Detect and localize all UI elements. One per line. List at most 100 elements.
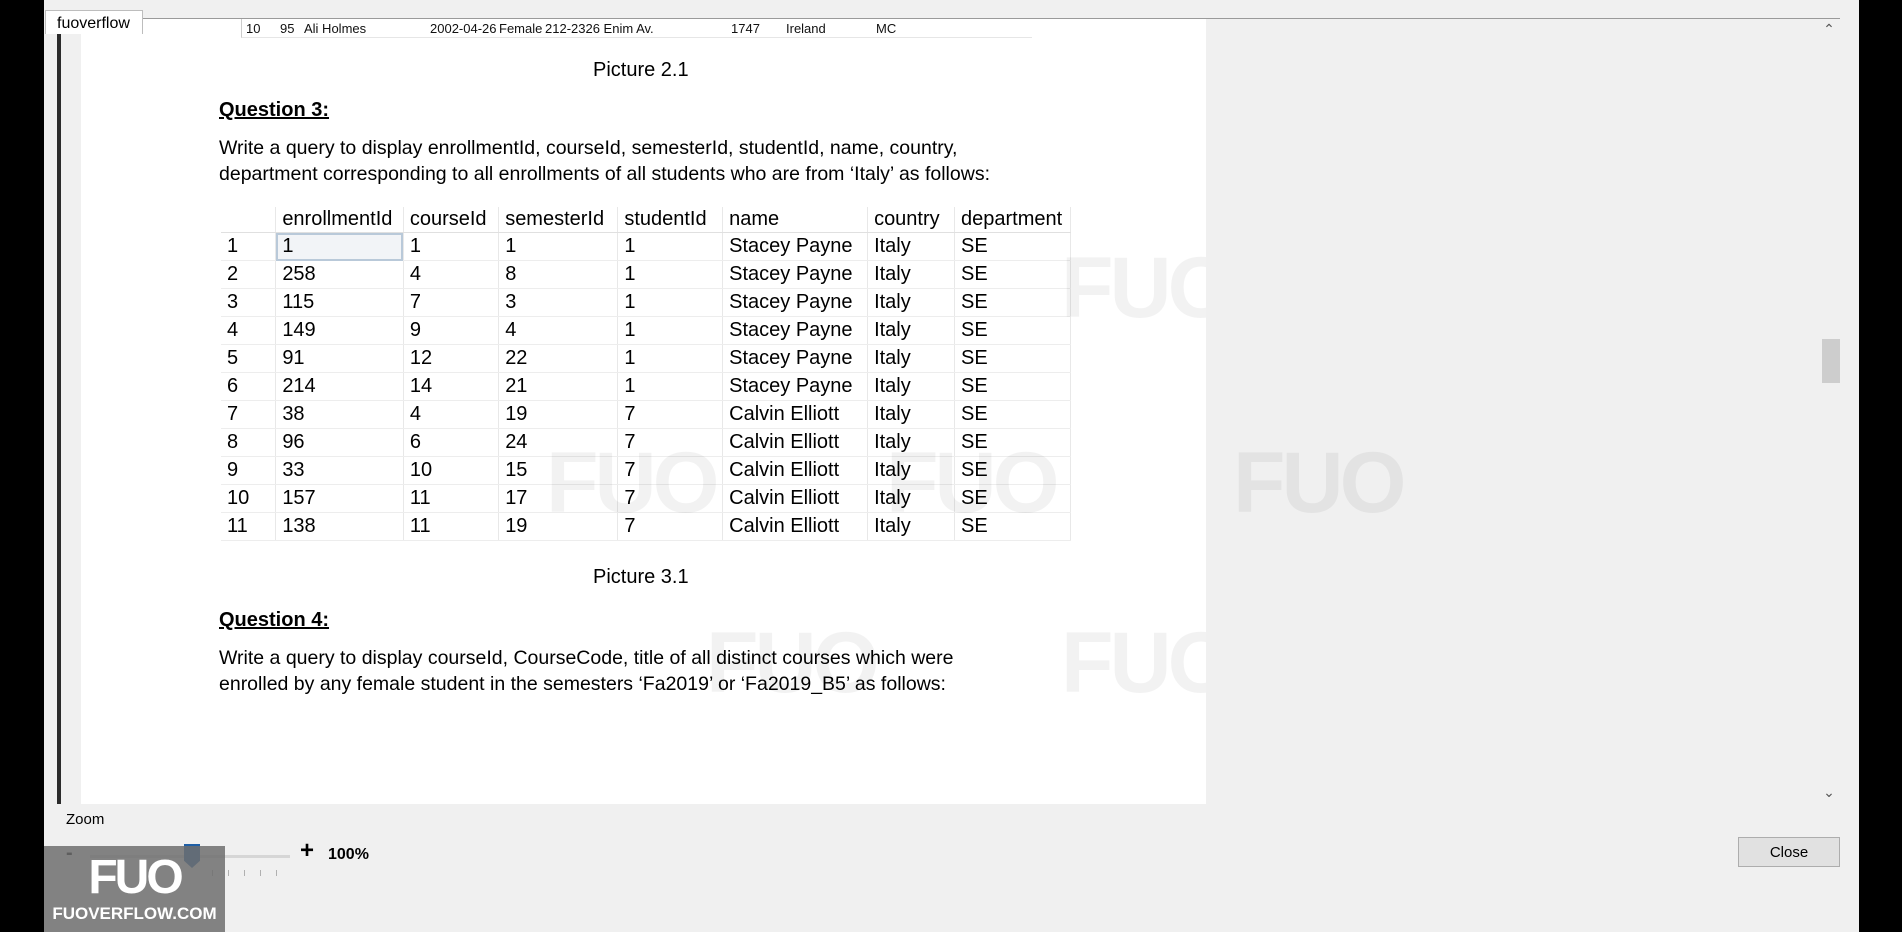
table-row[interactable]: 6 214 14 21 1 Stacey Payne Italy SE <box>221 372 1071 401</box>
table-cell[interactable]: 258 <box>275 260 404 289</box>
question-4-line-1: Write a query to display courseId, Cours… <box>219 647 954 669</box>
table-cell[interactable]: 22 <box>498 344 619 373</box>
table-cell[interactable]: Italy <box>867 232 956 261</box>
table-cell[interactable]: 96 <box>275 428 404 457</box>
table-cell[interactable]: SE <box>954 288 1071 317</box>
document-page: 10 95 Ali Holmes 2002-04-26 Female 212-2… <box>81 19 1206 804</box>
table-cell[interactable]: 9 <box>221 456 277 485</box>
table-cell[interactable]: Italy <box>867 260 956 289</box>
window-title-tab: fuoverflow <box>45 10 143 34</box>
table-row[interactable]: 7 38 4 19 7 Calvin Elliott Italy SE <box>221 400 1071 429</box>
table-cell[interactable]: 214 <box>275 372 404 401</box>
table-cell[interactable]: 7 <box>221 400 277 429</box>
table-cell[interactable]: Stacey Payne <box>722 372 869 401</box>
table-cell[interactable]: Italy <box>867 400 956 429</box>
prev-row-name: Ali Holmes <box>304 21 367 36</box>
document-viewport[interactable]: 10 95 Ali Holmes 2002-04-26 Female 212-2… <box>57 18 1840 804</box>
table-row[interactable]: 2 258 4 8 1 Stacey Payne Italy SE <box>221 260 1071 289</box>
table-cell[interactable]: 19 <box>498 400 619 429</box>
table-cell[interactable]: 11 <box>403 512 500 541</box>
table-cell[interactable]: 7 <box>617 400 724 429</box>
table-cell[interactable]: 1 <box>403 232 500 261</box>
question-4-heading: Question 4: <box>219 609 330 631</box>
table-row[interactable]: 4 149 9 4 1 Stacey Payne Italy SE <box>221 316 1071 345</box>
table-cell[interactable]: 2 <box>221 260 277 289</box>
table-cell[interactable]: Calvin Elliott <box>722 400 869 429</box>
question-3-heading: Question 3: <box>219 99 330 121</box>
table-row[interactable]: 3 115 7 3 1 Stacey Payne Italy SE <box>221 288 1071 317</box>
table-cell[interactable]: Calvin Elliott <box>722 428 869 457</box>
table-cell[interactable]: Stacey Payne <box>722 316 869 345</box>
table-cell[interactable]: 3 <box>498 288 619 317</box>
table-cell[interactable]: 1 <box>617 288 724 317</box>
table-cell[interactable]: 5 <box>221 344 277 373</box>
left-edge-bar <box>57 19 61 804</box>
table-cell[interactable]: Italy <box>867 344 956 373</box>
scroll-down-icon[interactable]: ⌄ <box>1818 784 1840 804</box>
table-cell[interactable]: 4 <box>403 260 500 289</box>
table-row[interactable]: 5 91 12 22 1 Stacey Payne Italy SE <box>221 344 1071 373</box>
watermark: FUO <box>706 615 880 711</box>
table-cell[interactable]: 1 <box>617 232 724 261</box>
watermark: FUO <box>546 435 720 531</box>
table-cell[interactable]: 149 <box>275 316 404 345</box>
table-cell[interactable]: 8 <box>221 428 277 457</box>
table-cell[interactable]: Stacey Payne <box>722 232 869 261</box>
caption-picture-2-1: Picture 2.1 <box>593 59 689 81</box>
table-cell[interactable]: 1 <box>498 232 619 261</box>
table-cell[interactable]: 38 <box>275 400 404 429</box>
table-cell[interactable]: Italy <box>867 372 956 401</box>
watermark: FUO <box>886 435 1060 531</box>
zoom-in-button[interactable]: + <box>300 837 314 865</box>
table-cell[interactable]: Stacey Payne <box>722 260 869 289</box>
table-cell[interactable]: 11 <box>403 484 500 513</box>
table-cell[interactable]: 1 <box>617 260 724 289</box>
table-cell[interactable]: 7 <box>403 288 500 317</box>
table-cell[interactable]: 12 <box>403 344 500 373</box>
table-cell[interactable]: 6 <box>403 428 500 457</box>
table-cell[interactable]: 4 <box>403 400 500 429</box>
table-cell[interactable]: 10 <box>221 484 277 513</box>
table-cell[interactable]: SE <box>954 232 1071 261</box>
table-cell[interactable]: 10 <box>403 456 500 485</box>
scroll-up-icon[interactable]: ⌃ <box>1818 21 1840 41</box>
table-cell[interactable]: 1 <box>221 232 277 261</box>
table-cell[interactable]: 14 <box>403 372 500 401</box>
table-cell[interactable]: 1 <box>617 344 724 373</box>
table-cell[interactable]: 3 <box>221 288 277 317</box>
table-cell[interactable]: SE <box>954 260 1071 289</box>
prev-row-id: 95 <box>280 21 295 36</box>
table-cell[interactable]: 4 <box>498 316 619 345</box>
table-cell[interactable]: 1 <box>617 316 724 345</box>
close-button[interactable]: Close <box>1738 837 1840 867</box>
table-cell[interactable]: 91 <box>275 344 404 373</box>
table-cell[interactable]: 6 <box>221 372 277 401</box>
table-cell[interactable]: Calvin Elliott <box>722 456 869 485</box>
table-cell[interactable]: SE <box>954 344 1071 373</box>
table-cell[interactable]: 1 <box>617 372 724 401</box>
table-cell[interactable]: 1 <box>275 232 404 261</box>
table-cell[interactable]: Stacey Payne <box>722 288 869 317</box>
table-cell[interactable]: 138 <box>275 512 404 541</box>
table-cell[interactable]: Stacey Payne <box>722 344 869 373</box>
table-cell[interactable]: Calvin Elliott <box>722 512 869 541</box>
table-cell[interactable]: SE <box>954 400 1071 429</box>
table-cell[interactable]: 11 <box>221 512 277 541</box>
table-cell[interactable]: 4 <box>221 316 277 345</box>
table-cell[interactable]: SE <box>954 316 1071 345</box>
table-row[interactable]: 1 1 1 1 1 Stacey Payne Italy SE <box>221 232 1071 261</box>
table-cell[interactable]: 115 <box>275 288 404 317</box>
table-cell[interactable]: 9 <box>403 316 500 345</box>
table-cell[interactable]: 157 <box>275 484 404 513</box>
table-cell[interactable]: Italy <box>867 316 956 345</box>
watermark: FUO <box>1061 615 1206 711</box>
table-cell[interactable]: SE <box>954 372 1071 401</box>
table-cell[interactable]: Calvin Elliott <box>722 484 869 513</box>
table-cell[interactable]: Italy <box>867 288 956 317</box>
prev-row-no: 10 <box>246 21 261 36</box>
table-cell[interactable]: 33 <box>275 456 404 485</box>
table-cell[interactable]: 21 <box>498 372 619 401</box>
scrollbar-thumb[interactable] <box>1822 339 1840 383</box>
table-cell[interactable]: 8 <box>498 260 619 289</box>
vertical-scrollbar[interactable]: ⌃ ⌄ <box>1818 19 1840 804</box>
